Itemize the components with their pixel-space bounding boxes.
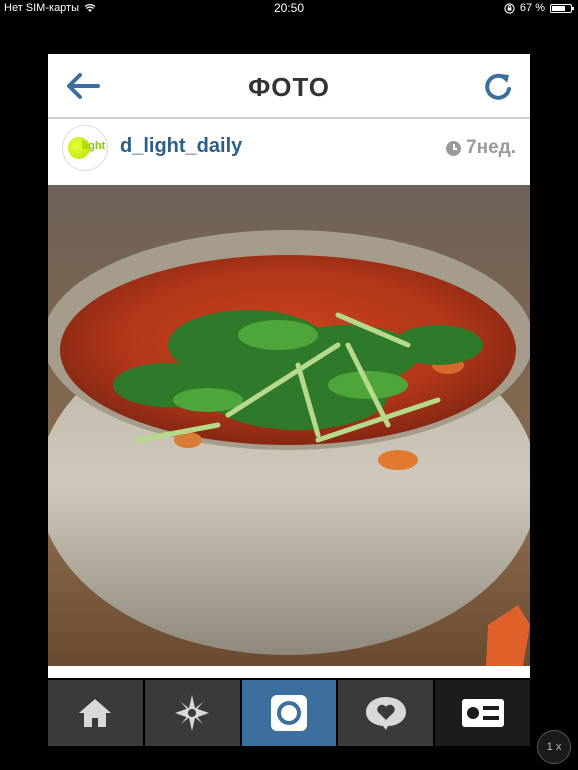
post-photo[interactable]: [48, 185, 530, 666]
explore-star-icon: [175, 695, 210, 731]
tab-activity[interactable]: [338, 680, 434, 746]
tab-profile[interactable]: [435, 680, 530, 746]
tab-home[interactable]: [48, 680, 143, 746]
photo-screen: ФОТО light d_light_daily 7нед.: [48, 54, 530, 678]
battery-fill: [552, 5, 566, 11]
status-bar: Нет SIM-карты 20:50 67 %: [0, 0, 578, 16]
username-link[interactable]: d_light_daily: [120, 135, 242, 158]
post-timestamp: 7нед.: [446, 137, 516, 159]
rotation-lock-icon: [504, 2, 515, 14]
battery-percent: 67 %: [519, 2, 545, 14]
activity-heart-icon: [365, 697, 406, 730]
battery-icon: [550, 3, 574, 13]
refresh-icon[interactable]: [482, 70, 514, 104]
camera-icon: [270, 695, 307, 731]
avatar[interactable]: light: [62, 125, 108, 171]
zoom-toggle-button[interactable]: 1 x: [537, 730, 571, 764]
soup-photo-image: [48, 185, 530, 666]
home-icon: [79, 699, 112, 727]
tab-bar: [48, 680, 530, 746]
nav-bar: ФОТО: [48, 54, 530, 119]
status-time: 20:50: [273, 1, 305, 15]
tab-camera[interactable]: [241, 680, 337, 746]
post-header: light d_light_daily 7нед.: [48, 119, 530, 185]
avatar-logo-text: light: [82, 140, 106, 152]
status-right: 67 %: [504, 2, 574, 14]
clock-icon: [446, 140, 462, 156]
time-ago-label: 7нед.: [466, 137, 516, 158]
page-title: ФОТО: [248, 72, 330, 102]
tab-explore[interactable]: [144, 680, 240, 746]
profile-card-icon: [461, 699, 504, 727]
